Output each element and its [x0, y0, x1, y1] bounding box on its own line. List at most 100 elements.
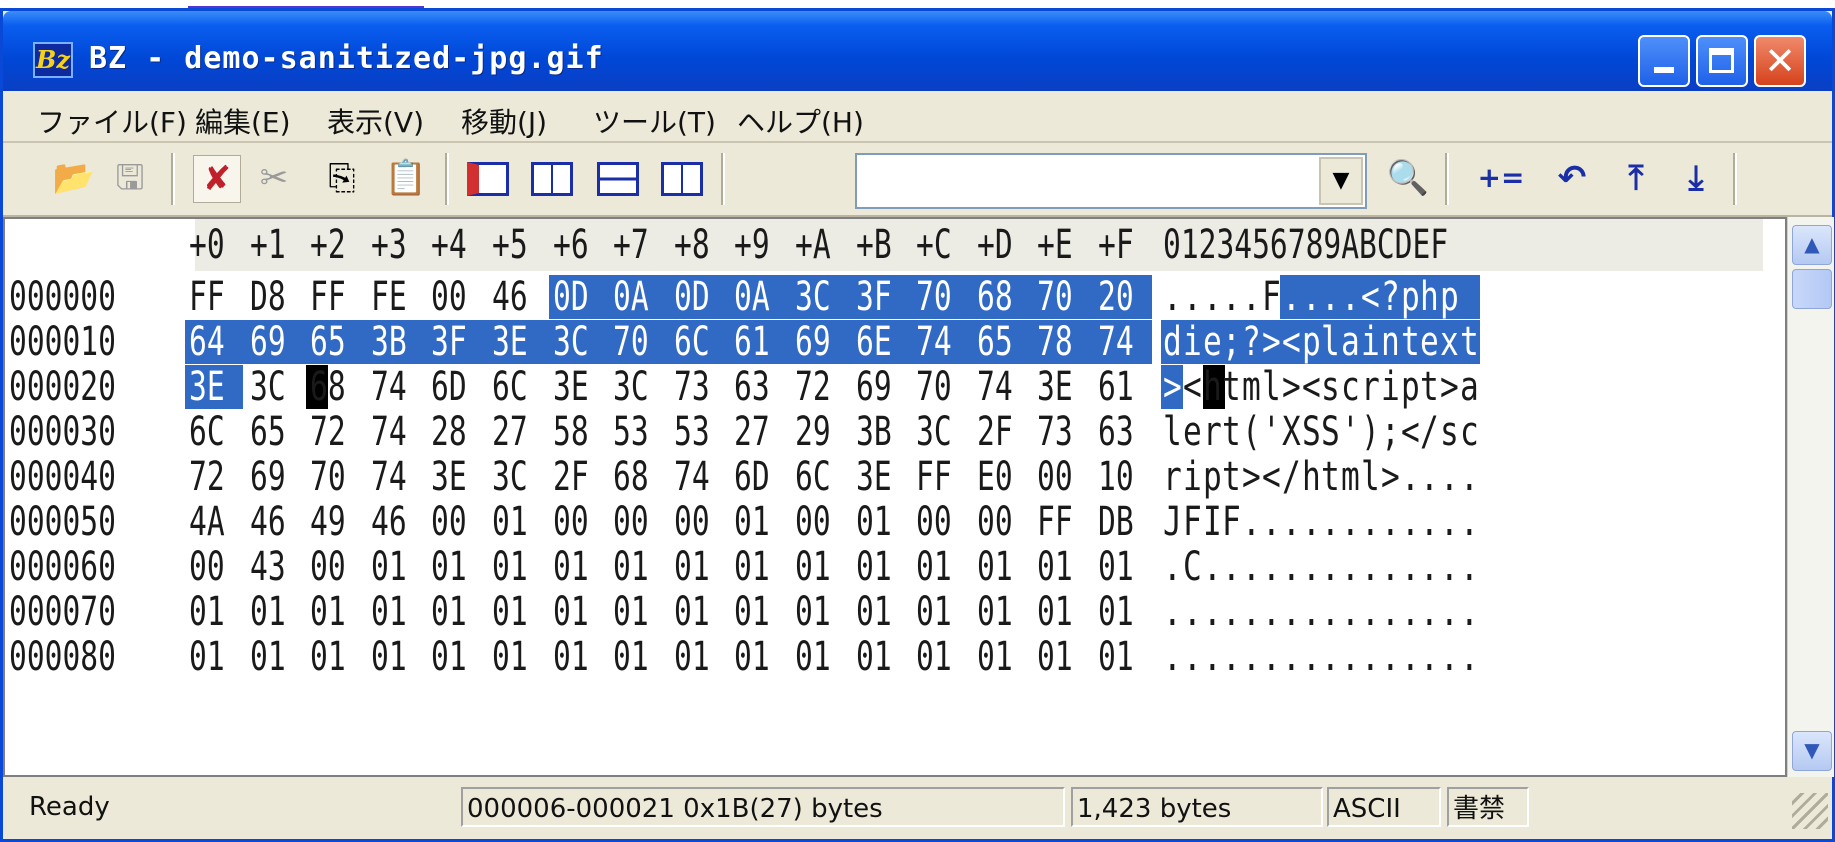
maximize-button[interactable]: [1696, 35, 1748, 87]
save-icon[interactable]: 🖫: [107, 155, 153, 201]
hex-byte[interactable]: 01: [916, 631, 962, 683]
column-header: +E: [1037, 222, 1074, 268]
hex-byte[interactable]: 01: [856, 631, 902, 683]
compare-pane-icon[interactable]: [661, 162, 703, 196]
menu-view[interactable]: 表示(V): [327, 101, 424, 141]
scroll-thumb[interactable]: [1792, 269, 1832, 309]
column-header: +0: [189, 222, 225, 268]
hex-byte[interactable]: 01: [734, 631, 780, 683]
ascii-char[interactable]: .: [1282, 631, 1301, 683]
ascii-char[interactable]: .: [1361, 631, 1380, 683]
column-header: +A: [795, 222, 831, 268]
column-header: +4: [431, 222, 468, 268]
ascii-char[interactable]: .: [1302, 631, 1321, 683]
ascii-char[interactable]: .: [1440, 631, 1459, 683]
toolbar-separator: [445, 153, 449, 205]
hex-byte[interactable]: 01: [795, 631, 841, 683]
ascii-char[interactable]: .: [1222, 631, 1241, 683]
status-encoding[interactable]: ASCII: [1327, 787, 1441, 827]
single-pane-icon[interactable]: [467, 162, 509, 196]
close-button[interactable]: ✕: [1754, 35, 1806, 87]
column-header: +3: [370, 222, 407, 268]
ascii-char[interactable]: .: [1420, 631, 1439, 683]
return-icon[interactable]: ↶: [1549, 155, 1595, 201]
cut-icon[interactable]: ✂: [251, 155, 297, 201]
column-header: +F: [1098, 222, 1134, 268]
status-selection-range: 000006-000021 0x1B(27) bytes: [461, 787, 1065, 827]
search-combo[interactable]: ▼: [855, 153, 1367, 209]
paste-icon[interactable]: 📋: [383, 155, 429, 201]
menu-file[interactable]: ファイル(F): [37, 101, 187, 141]
binoculars-icon[interactable]: 🔍: [1385, 155, 1431, 201]
title-bar[interactable]: Bz BZ - demo-sanitized-jpg.gif ✕: [3, 11, 1832, 91]
ascii-char[interactable]: .: [1203, 631, 1222, 683]
hex-byte[interactable]: 01: [1037, 631, 1083, 683]
open-folder-icon[interactable]: 📂: [51, 155, 97, 201]
search-input[interactable]: [861, 159, 1305, 205]
hex-byte[interactable]: 01: [1098, 631, 1144, 683]
copy-icon[interactable]: ⎘: [319, 155, 365, 201]
delete-icon[interactable]: ✘: [193, 155, 241, 203]
chevron-down-icon[interactable]: ▼: [1319, 157, 1363, 205]
toolbar-separator: [171, 153, 175, 205]
ascii-char[interactable]: .: [1381, 631, 1400, 683]
ascii-char[interactable]: .: [1321, 631, 1340, 683]
bz-window: Bz BZ - demo-sanitized-jpg.gif ✕ ファイル(F)…: [0, 8, 1835, 842]
row-address: 000080: [9, 634, 116, 680]
hex-byte[interactable]: 01: [674, 631, 720, 683]
ascii-char[interactable]: .: [1183, 631, 1202, 683]
vertical-scrollbar[interactable]: ▲ ▼: [1787, 217, 1834, 777]
hex-byte[interactable]: 01: [371, 631, 417, 683]
ascii-char[interactable]: .: [1341, 631, 1360, 683]
hex-byte[interactable]: 01: [310, 631, 356, 683]
add-icon[interactable]: +=: [1473, 155, 1529, 201]
resize-grip[interactable]: [1792, 793, 1828, 829]
ascii-char[interactable]: .: [1460, 631, 1479, 683]
status-file-size: 1,423 bytes: [1071, 787, 1323, 827]
column-header: +9: [734, 222, 771, 268]
menu-tools[interactable]: ツール(T): [593, 101, 716, 141]
hex-byte[interactable]: 01: [553, 631, 599, 683]
status-ready: Ready: [29, 792, 110, 822]
scroll-up-icon[interactable]: ▲: [1792, 225, 1832, 265]
hex-byte[interactable]: 01: [250, 631, 296, 683]
hex-byte[interactable]: 01: [613, 631, 659, 683]
ascii-column-header: 0123456789ABCDEF: [1163, 222, 1449, 268]
toolbar-separator: [1733, 153, 1737, 205]
split-horizontal-icon[interactable]: [597, 162, 639, 196]
hex-byte[interactable]: 01: [492, 631, 538, 683]
jump-bottom-icon[interactable]: ⤓: [1673, 155, 1719, 201]
menu-edit[interactable]: 編集(E): [195, 101, 291, 141]
ascii-char[interactable]: .: [1163, 631, 1182, 683]
bz-app-icon[interactable]: Bz: [33, 42, 73, 78]
hex-byte[interactable]: 01: [431, 631, 477, 683]
jump-top-icon[interactable]: ⤒: [1613, 155, 1659, 201]
column-header: +8: [673, 222, 710, 268]
ascii-char[interactable]: .: [1401, 631, 1420, 683]
ascii-char[interactable]: .: [1262, 631, 1281, 683]
scroll-down-icon[interactable]: ▼: [1792, 731, 1832, 771]
close-icon: ✕: [1764, 39, 1796, 83]
menu-help[interactable]: ヘルプ(H): [737, 101, 864, 141]
toolbar-separator: [721, 153, 725, 205]
split-vertical-icon[interactable]: [531, 162, 573, 196]
column-header: +5: [492, 222, 528, 268]
menu-bar: ファイル(F) 編集(E) 表示(V) 移動(J) ツール(T) ヘルプ(H): [3, 91, 1832, 143]
column-header: +D: [976, 222, 1013, 268]
hex-byte[interactable]: 01: [977, 631, 1023, 683]
status-mode[interactable]: 書禁: [1447, 787, 1529, 827]
ascii-char[interactable]: .: [1242, 631, 1261, 683]
menu-jump[interactable]: 移動(J): [461, 101, 547, 141]
column-header: +1: [249, 222, 286, 268]
window-title: BZ - demo-sanitized-jpg.gif: [89, 41, 604, 76]
hex-byte[interactable]: 01: [189, 631, 235, 683]
hex-view[interactable]: +0 +1 +2 +3 +4 +5 +6 +7 +8 +9 +A +B +C +D +E +F 01234567…: [3, 217, 1787, 777]
status-bar: Ready 000006-000021 0x1B(27) bytes 1,423…: [3, 779, 1832, 839]
toolbar: 📂 🖫 ✘ ✂ ⎘ 📋 ▼ 🔍 += ↶ ⤒ ⤓: [3, 143, 1832, 217]
column-header: +2: [310, 222, 346, 268]
column-header: +B: [855, 222, 892, 268]
minimize-button[interactable]: [1638, 35, 1690, 87]
column-header: +7: [613, 222, 649, 268]
column-header: +C: [916, 222, 952, 268]
toolbar-separator: [1445, 153, 1449, 205]
